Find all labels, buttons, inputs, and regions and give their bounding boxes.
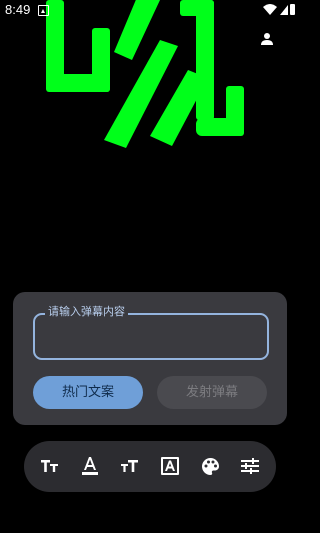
status-bar: 8:49: [0, 0, 300, 20]
input-label: 请输入弹幕内容: [45, 305, 128, 319]
profile-icon[interactable]: [260, 32, 274, 46]
danmaku-input-field[interactable]: 请输入弹幕内容: [33, 305, 269, 360]
palette-icon[interactable]: [198, 454, 222, 478]
app-logo: [46, 0, 244, 148]
signal-icon: [280, 5, 288, 15]
danmaku-input-panel: 请输入弹幕内容 热门文案 发射弹幕: [13, 292, 287, 425]
send-danmaku-button[interactable]: 发射弹幕: [157, 376, 267, 409]
font-scale-icon[interactable]: [118, 454, 142, 478]
text-color-icon[interactable]: [78, 454, 102, 478]
settings-sliders-icon[interactable]: [238, 454, 262, 478]
text-background-icon[interactable]: [158, 454, 182, 478]
danmaku-input[interactable]: [41, 321, 261, 352]
text-size-icon[interactable]: [38, 454, 62, 478]
wifi-icon: [263, 4, 277, 15]
battery-icon: [290, 4, 295, 15]
status-icons: [263, 4, 295, 15]
status-time: 8:49: [5, 2, 31, 17]
notification-icon: [38, 5, 49, 16]
hot-text-button[interactable]: 热门文案: [33, 376, 143, 409]
style-toolbar: [24, 441, 276, 492]
